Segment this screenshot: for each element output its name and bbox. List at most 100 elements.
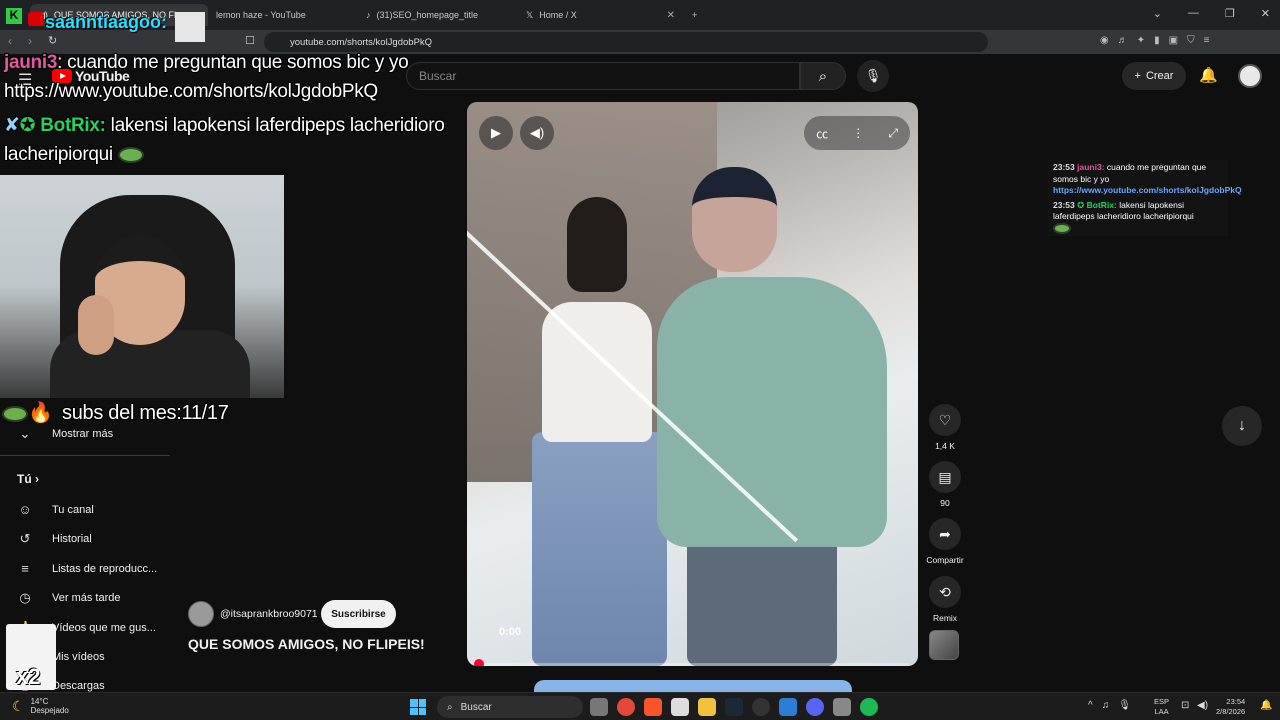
sidebar-show-more[interactable]: ⌄ Mostrar más (16, 426, 114, 442)
sidebar-item-your-channel[interactable]: ☺ Tu canal (16, 502, 93, 517)
webcam-feed (0, 175, 284, 398)
close-icon[interactable]: ✕ (667, 10, 675, 21)
taskbar-clock[interactable]: 23:54 2/8/2026 (1216, 697, 1245, 717)
extensions-bar: ◉ ♬ ✦ ▮ ▣ ⛉ ≡ (1100, 35, 1209, 46)
weather-temp: 14°C (30, 697, 49, 706)
play-button[interactable]: ▶ (479, 116, 513, 150)
sidebar-icon[interactable]: ▮ (1154, 35, 1160, 46)
windows-taskbar: ☾ 14°C Despejado ⌕ Buscar ^ ♫ 🎙 ESP LAA … (0, 692, 1280, 720)
remix-icon: ⟲ (929, 576, 961, 608)
progress-bar[interactable] (477, 663, 909, 666)
app-icon[interactable] (833, 698, 851, 716)
tab-lemon-haze[interactable]: lemon haze - YouTube (208, 4, 358, 26)
spotify-icon[interactable] (860, 698, 878, 716)
tab-seo-homepage[interactable]: ♪ (31)SEO_homepage_title (358, 4, 518, 26)
reload-icon[interactable]: ↻ (48, 34, 57, 47)
tiktok-icon: ♪ (366, 10, 371, 20)
task-view-icon[interactable] (590, 698, 608, 716)
url-input[interactable]: youtube.com/shorts/kolJgdobPkQ (264, 32, 988, 52)
video-frame-figure (657, 277, 887, 547)
search-input[interactable]: Buscar (406, 62, 800, 90)
sidebar-item-history[interactable]: ↺ Historial (16, 531, 92, 547)
sidebar-item-label: Historial (52, 533, 92, 545)
comments-action[interactable]: ▤ 90 (928, 461, 962, 508)
chevron-down-icon[interactable]: ⌄ (1153, 7, 1162, 20)
restore-icon[interactable]: ❐ (1225, 7, 1235, 20)
sidebar-item-watch-later[interactable]: ◷ Ver más tarde (16, 590, 120, 606)
network-icon[interactable]: ⊡ (1181, 700, 1189, 711)
forward-icon[interactable]: › (28, 34, 32, 48)
discord-icon[interactable] (806, 698, 824, 716)
create-label: Crear (1145, 70, 1174, 82)
webcam-person-hand (78, 295, 114, 355)
tab-label: Home / X (539, 10, 577, 20)
account-avatar[interactable] (1238, 64, 1262, 88)
minimize-icon[interactable]: — (1188, 7, 1199, 20)
chrome-icon[interactable] (617, 698, 635, 716)
audio-thumbnail[interactable] (929, 630, 959, 660)
taskbar-search[interactable]: ⌕ Buscar (437, 696, 583, 718)
volume-button[interactable]: ◀) (520, 116, 554, 150)
create-button[interactable]: + Crear (1122, 62, 1186, 90)
wallet-icon[interactable]: ▣ (1169, 35, 1178, 46)
channel-avatar[interactable] (188, 601, 214, 627)
store-icon[interactable] (671, 698, 689, 716)
shorts-video-player[interactable]: ▶ ◀) ㏄ ⋮ ⤢ 0:00 (467, 102, 918, 666)
more-vert-icon[interactable]: ⋮ (852, 126, 864, 140)
weather-widget[interactable]: ☾ 14°C Despejado (12, 697, 69, 715)
app-icon[interactable] (779, 698, 797, 716)
search-placeholder: Buscar (419, 69, 457, 83)
video-frame-figure (532, 432, 667, 666)
volume-icon[interactable]: ◀) (1197, 700, 1208, 711)
chat-message: lakensi lapokensi laferdipeps lacheridio… (105, 115, 445, 136)
voice-search-button[interactable]: 🎙 (857, 60, 889, 92)
subscribe-button[interactable]: Suscribirse (321, 600, 396, 628)
mini-chat-line: 23:53 ✪ BotRix: lakensi lapokensi laferd… (1053, 200, 1223, 235)
headset-icon[interactable]: ♫ (1102, 700, 1110, 711)
close-window-icon[interactable]: ✕ (1261, 7, 1270, 20)
shield-icon[interactable]: ⛉ (1187, 35, 1195, 46)
sidebar-item-playlists[interactable]: ≡ Listas de reproducc... (16, 561, 157, 576)
input-language[interactable]: ESP LAA (1154, 697, 1169, 717)
fire-icon: 🔥 (28, 402, 53, 424)
volume-icon: ◀) (529, 125, 545, 140)
progress-scrubber[interactable] (474, 659, 484, 666)
back-icon[interactable]: ‹ (8, 34, 12, 48)
sidebar-divider (0, 455, 170, 456)
comment-count: 90 (940, 498, 950, 508)
pepe-emote-icon (2, 406, 28, 422)
brave-icon[interactable] (644, 698, 662, 716)
chevron-up-icon[interactable]: ^ (1088, 700, 1093, 711)
obs-icon[interactable] (752, 698, 770, 716)
chat-username: jauni3 (4, 52, 58, 73)
extension-icon[interactable]: ◉ (1100, 35, 1109, 46)
bookmark-icon[interactable]: ☐ (245, 34, 255, 47)
share-action[interactable]: ➦ Compartir (926, 518, 964, 565)
puzzle-icon[interactable]: ✦ (1137, 35, 1145, 46)
extension-icon[interactable]: ♬ (1118, 35, 1128, 46)
notifications-icon[interactable]: 🔔 (1199, 66, 1218, 84)
steam-icon[interactable] (725, 698, 743, 716)
mini-chat-line: 23:53 jauni3: cuando me preguntan que so… (1053, 162, 1242, 195)
fullscreen-icon[interactable]: ⤢ (888, 126, 898, 141)
menu-icon[interactable]: ≡ (1204, 35, 1210, 46)
windows-start-icon[interactable] (410, 699, 426, 715)
like-action[interactable]: ♡ 1,4 K (928, 404, 962, 451)
channel-handle[interactable]: @itsaprankbroo9071 (220, 608, 318, 620)
clock-icon: ◷ (19, 590, 31, 605)
next-video-button[interactable]: ↓ (1222, 406, 1262, 446)
comment-icon: ▤ (929, 461, 961, 493)
notifications-icon[interactable]: 🔔 (1260, 700, 1272, 711)
remix-action[interactable]: ⟲ Remix (928, 576, 962, 623)
pepe-emote-icon (1053, 222, 1071, 234)
tab-home-x[interactable]: 𝕏 Home / X ✕ (518, 4, 683, 26)
sidebar-you-heading[interactable]: Tú › (17, 472, 39, 486)
folder-icon[interactable] (698, 698, 716, 716)
captions-icon[interactable]: ㏄ (816, 125, 828, 142)
mic-icon[interactable]: 🎙 (1118, 700, 1131, 711)
playlist-icon: ≡ (21, 561, 29, 576)
search-button[interactable]: ⌕ (800, 62, 846, 90)
new-tab-button[interactable]: + (684, 4, 704, 26)
kick-logo: K (6, 8, 22, 24)
verified-icon: ✘ (4, 115, 20, 136)
